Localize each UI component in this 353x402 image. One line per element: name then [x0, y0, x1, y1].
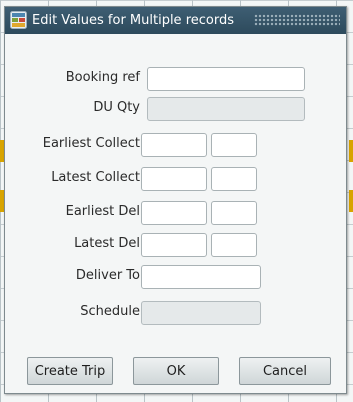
earliest-collect-label: Earliest Collect [42, 136, 140, 151]
du-qty-label: DU Qty [93, 100, 140, 115]
latest-collect-date-input[interactable] [141, 167, 207, 191]
deliver-to-input[interactable] [141, 265, 261, 289]
du-qty-field [147, 97, 305, 121]
deliver-to-row: Deliver To [5, 265, 346, 289]
cancel-button[interactable]: Cancel [239, 357, 331, 385]
background-row-marker [349, 140, 353, 162]
latest-collect-time-input[interactable] [211, 167, 257, 191]
latest-del-time-input[interactable] [211, 233, 257, 257]
booking-ref-row: Booking ref [5, 67, 346, 91]
latest-collect-label: Latest Collect [51, 170, 140, 185]
earliest-collect-time-input[interactable] [211, 133, 257, 157]
latest-collect-row: Latest Collect [5, 167, 346, 191]
latest-del-row: Latest Del [5, 233, 346, 257]
earliest-del-date-input[interactable] [141, 201, 207, 225]
dialog-title: Edit Values for Multiple records [32, 13, 234, 28]
ok-button[interactable]: OK [133, 357, 219, 385]
earliest-collect-row: Earliest Collect [5, 133, 346, 157]
edit-values-dialog: Edit Values for Multiple records Booking… [4, 6, 347, 394]
schedule-field [141, 301, 261, 325]
schedule-row: Schedule [5, 301, 346, 325]
latest-del-date-input[interactable] [141, 233, 207, 257]
deliver-to-label: Deliver To [75, 268, 140, 283]
booking-ref-input[interactable] [147, 67, 305, 91]
schedule-label: Schedule [80, 304, 140, 319]
background-row-marker [349, 190, 353, 212]
earliest-collect-date-input[interactable] [141, 133, 207, 157]
app-window-icon [10, 11, 27, 29]
create-trip-button[interactable]: Create Trip [27, 357, 113, 385]
booking-ref-label: Booking ref [65, 70, 140, 85]
earliest-del-row: Earliest Del [5, 201, 346, 225]
dialog-titlebar[interactable]: Edit Values for Multiple records [5, 7, 346, 34]
earliest-del-time-input[interactable] [211, 201, 257, 225]
du-qty-row: DU Qty [5, 97, 346, 121]
titlebar-grip-pattern [254, 14, 340, 26]
latest-del-label: Latest Del [74, 236, 140, 251]
earliest-del-label: Earliest Del [65, 204, 140, 219]
